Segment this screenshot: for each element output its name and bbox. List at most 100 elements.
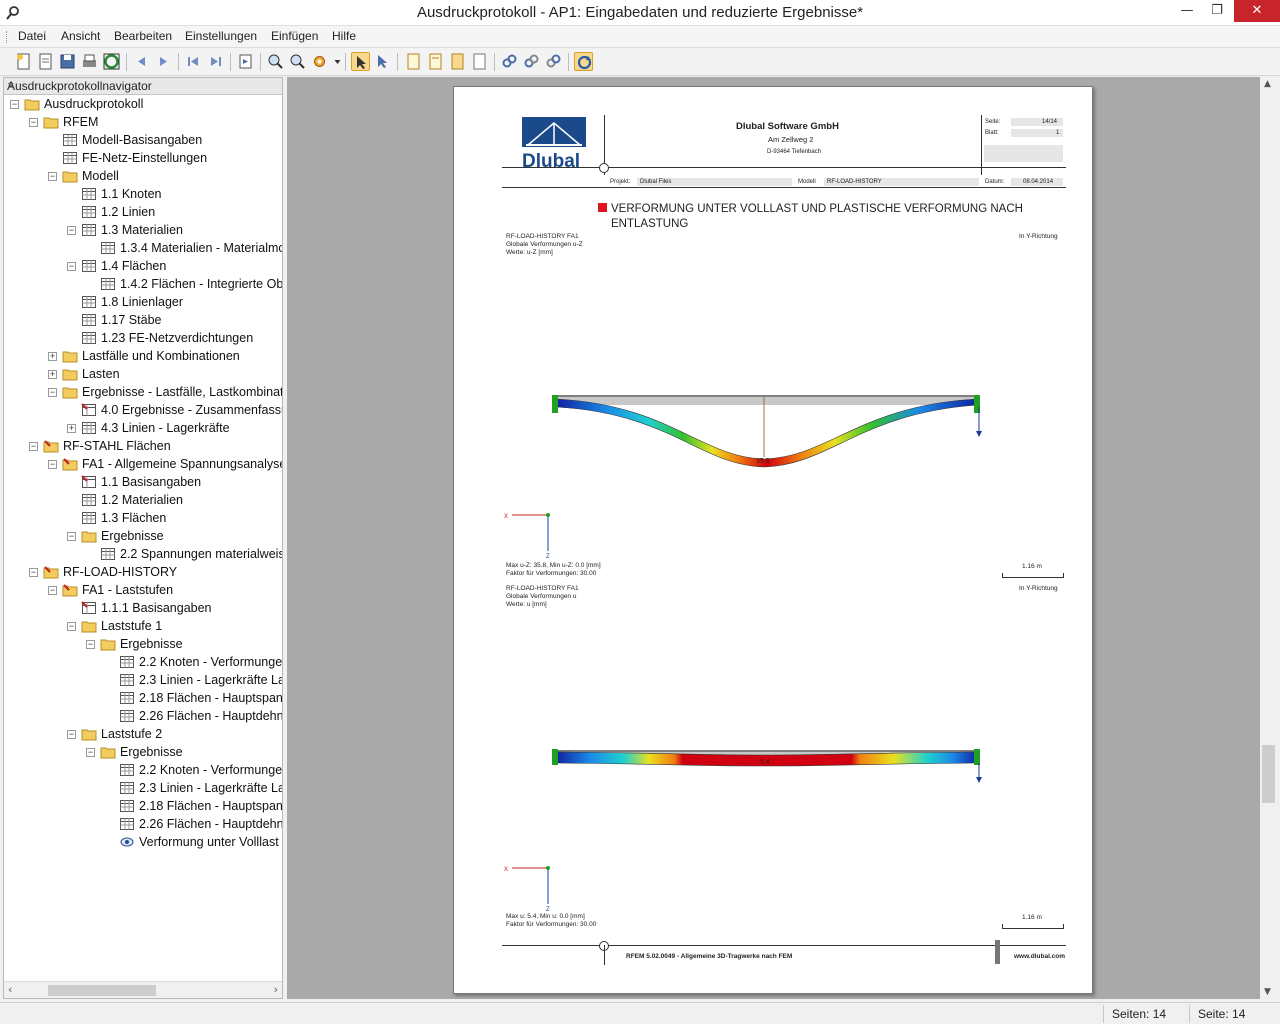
- header-icon[interactable]: [426, 52, 445, 71]
- folder-icon: [43, 115, 59, 129]
- seite-value: 14/14: [1042, 119, 1058, 125]
- collapse-icon[interactable]: −: [48, 586, 57, 595]
- auto-update-icon[interactable]: [574, 52, 593, 71]
- pointer-icon[interactable]: [351, 52, 370, 71]
- fig2-axis-x: X: [504, 867, 508, 873]
- blank-page-icon[interactable]: [470, 52, 489, 71]
- link-icon[interactable]: [500, 52, 519, 71]
- tree-node-label: 1.1.1 Basisangaben: [101, 601, 212, 615]
- refresh-icon[interactable]: [102, 52, 121, 71]
- collapse-icon[interactable]: −: [48, 172, 57, 181]
- tree-node-label: 1.17 Stäbe: [101, 313, 162, 327]
- table-icon: [119, 709, 135, 723]
- fig1-line3: Werte: u-Z [mm]: [506, 249, 553, 256]
- folder-icon: [100, 637, 116, 651]
- settings-dropdown-icon[interactable]: [328, 52, 341, 71]
- select-pointer-icon[interactable]: [373, 52, 392, 71]
- page-setup-icon[interactable]: [404, 52, 423, 71]
- menu-datei[interactable]: Datei: [18, 29, 46, 43]
- collapse-icon[interactable]: −: [86, 640, 95, 649]
- tree-node-label: 1.2 Linien: [101, 205, 156, 219]
- collapse-icon[interactable]: −: [29, 568, 38, 577]
- fig2-line2: Globale Verformungen u: [506, 593, 577, 600]
- tree-node-label: Ergebnisse: [101, 529, 164, 543]
- module-folder-icon: [62, 583, 78, 597]
- folder-icon: [62, 349, 78, 363]
- scroll-right-icon[interactable]: ›: [274, 983, 278, 996]
- section-title-line2: ENTLASTUNG: [611, 218, 689, 230]
- fig2-scale-bar: [1002, 924, 1064, 929]
- close-button[interactable]: ✕: [1234, 0, 1280, 22]
- tree-node-label: Lasten: [82, 367, 120, 381]
- folder-icon: [100, 745, 116, 759]
- zoom-in-icon[interactable]: [266, 52, 285, 71]
- expand-icon[interactable]: +: [48, 352, 57, 361]
- scroll-left-icon[interactable]: ‹: [8, 983, 12, 996]
- cover-sheet-icon[interactable]: [448, 52, 467, 71]
- tree-node-label: 1.1 Knoten: [101, 187, 162, 201]
- menu-einfuegen[interactable]: Einfügen: [271, 29, 318, 43]
- save-icon[interactable]: [58, 52, 77, 71]
- previous-page-icon[interactable]: [132, 52, 151, 71]
- tree-node-label: 1.8 Linienlager: [101, 295, 184, 309]
- menu-hilfe[interactable]: Hilfe: [332, 29, 356, 43]
- collapse-icon[interactable]: −: [48, 460, 57, 469]
- menu-ansicht[interactable]: Ansicht: [61, 29, 100, 43]
- collapse-icon[interactable]: −: [48, 388, 57, 397]
- folder-icon: [62, 385, 78, 399]
- scroll-down-icon[interactable]: ▼: [1264, 987, 1271, 997]
- tree-node-label: 1.2 Materialien: [101, 493, 183, 507]
- navigator-horizontal-scrollbar[interactable]: ‹ ›: [4, 981, 282, 998]
- goto-page-icon[interactable]: [236, 52, 255, 71]
- settings-icon[interactable]: [310, 52, 329, 71]
- unlink-icon[interactable]: [544, 52, 563, 71]
- table-icon: [62, 133, 78, 147]
- collapse-icon[interactable]: −: [10, 100, 19, 109]
- minimize-button[interactable]: —: [1170, 0, 1204, 22]
- tree-node-label: Lastfälle und Kombinationen: [82, 349, 240, 363]
- scroll-up-icon[interactable]: ▲: [1264, 79, 1271, 89]
- maximize-button[interactable]: ❐: [1200, 0, 1234, 22]
- collapse-icon[interactable]: −: [67, 262, 76, 271]
- tree-node-label: 1.3 Materialien: [101, 223, 183, 237]
- table-special-icon: [81, 601, 97, 615]
- open-icon[interactable]: [36, 52, 55, 71]
- zoom-out-icon[interactable]: [288, 52, 307, 71]
- expand-icon[interactable]: +: [48, 370, 57, 379]
- collapse-icon[interactable]: −: [29, 118, 38, 127]
- table-icon: [81, 187, 97, 201]
- expand-icon[interactable]: +: [67, 424, 76, 433]
- table-icon: [81, 493, 97, 507]
- footer-bar-marker: [995, 940, 1000, 964]
- menu-bearbeiten[interactable]: Bearbeiten: [114, 29, 172, 43]
- link-edit-icon[interactable]: [522, 52, 541, 71]
- collapse-icon[interactable]: −: [67, 730, 76, 739]
- first-page-icon[interactable]: [184, 52, 203, 71]
- navigator-close-button[interactable]: ×: [7, 78, 278, 93]
- scroll-thumb[interactable]: [48, 985, 156, 996]
- collapse-icon[interactable]: −: [86, 748, 95, 757]
- collapse-icon[interactable]: −: [67, 532, 76, 541]
- print-icon[interactable]: [80, 52, 99, 71]
- document-scroll-thumb[interactable]: [1262, 745, 1275, 803]
- document-vertical-scrollbar[interactable]: ▲ ▼: [1260, 77, 1277, 999]
- next-page-icon[interactable]: [154, 52, 173, 71]
- table-icon: [119, 763, 135, 777]
- menu-einstellungen[interactable]: Einstellungen: [185, 29, 257, 43]
- table-icon: [119, 673, 135, 687]
- title-bar: Ausdruckprotokoll - AP1: Eingabedaten un…: [0, 0, 1280, 26]
- tree-node-label: RF-STAHL Flächen: [63, 439, 171, 453]
- last-page-icon[interactable]: [206, 52, 225, 71]
- new-icon[interactable]: [14, 52, 33, 71]
- blatt-label: Blatt:: [985, 130, 999, 136]
- collapse-icon[interactable]: −: [29, 442, 38, 451]
- fig2-axis-z: Z: [546, 907, 550, 912]
- status-pages-total: Seiten: 14: [1103, 1005, 1189, 1023]
- tree-node-label: 1.3.4 Materialien - Materialmo: [120, 241, 282, 255]
- fig1-scale-text: 1.16 m: [1022, 563, 1042, 570]
- tree-node-label: 4.0 Ergebnisse - Zusammenfassun: [101, 403, 282, 417]
- collapse-icon[interactable]: −: [67, 226, 76, 235]
- table-icon: [100, 547, 116, 561]
- tree-node-label: 2.2 Knoten - Verformungen: [139, 763, 282, 777]
- collapse-icon[interactable]: −: [67, 622, 76, 631]
